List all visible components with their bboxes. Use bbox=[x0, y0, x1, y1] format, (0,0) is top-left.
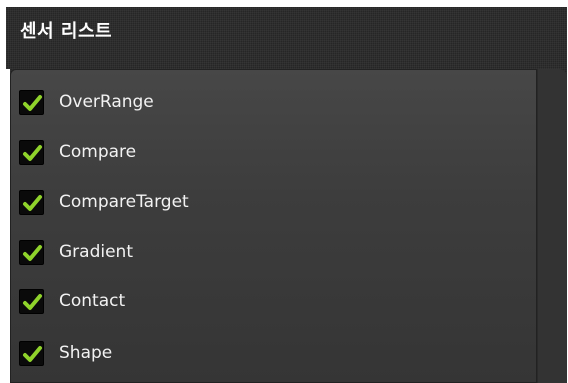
check-icon bbox=[23, 144, 42, 161]
scrollbar-track[interactable] bbox=[537, 69, 567, 383]
sensor-list-area: OverRange Compare CompareTarget Gradient… bbox=[10, 69, 537, 383]
sensor-item-contact[interactable]: Contact bbox=[19, 286, 419, 316]
check-icon bbox=[23, 244, 42, 261]
check-icon bbox=[23, 194, 42, 211]
check-icon bbox=[23, 94, 42, 111]
sensor-list-panel: 센서 리스트 OverRange Compare CompareTarget G… bbox=[0, 0, 568, 383]
sensor-item-compare[interactable]: Compare bbox=[19, 137, 419, 167]
sensor-label: Shape bbox=[59, 343, 113, 363]
sensor-checkbox[interactable] bbox=[19, 288, 44, 314]
sensor-item-overrange[interactable]: OverRange bbox=[19, 87, 419, 117]
sensor-label: CompareTarget bbox=[59, 192, 189, 212]
panel-header: 센서 리스트 bbox=[6, 7, 567, 69]
sensor-label: Gradient bbox=[59, 242, 133, 262]
sensor-item-gradient[interactable]: Gradient bbox=[19, 237, 419, 267]
check-icon bbox=[23, 293, 42, 310]
sensor-label: Contact bbox=[59, 291, 126, 311]
sensor-checkbox[interactable] bbox=[19, 89, 44, 115]
check-icon bbox=[23, 345, 42, 362]
sensor-item-shape[interactable]: Shape bbox=[19, 338, 419, 368]
sensor-list: OverRange Compare CompareTarget Gradient… bbox=[10, 69, 567, 383]
sensor-checkbox[interactable] bbox=[19, 340, 44, 366]
sensor-label: OverRange bbox=[59, 92, 154, 112]
sensor-checkbox[interactable] bbox=[19, 139, 44, 165]
panel-title: 센서 리스트 bbox=[20, 21, 113, 42]
sensor-checkbox[interactable] bbox=[19, 189, 44, 215]
sensor-label: Compare bbox=[59, 142, 137, 162]
sensor-item-comparetarget[interactable]: CompareTarget bbox=[19, 187, 419, 217]
sensor-checkbox[interactable] bbox=[19, 239, 44, 265]
